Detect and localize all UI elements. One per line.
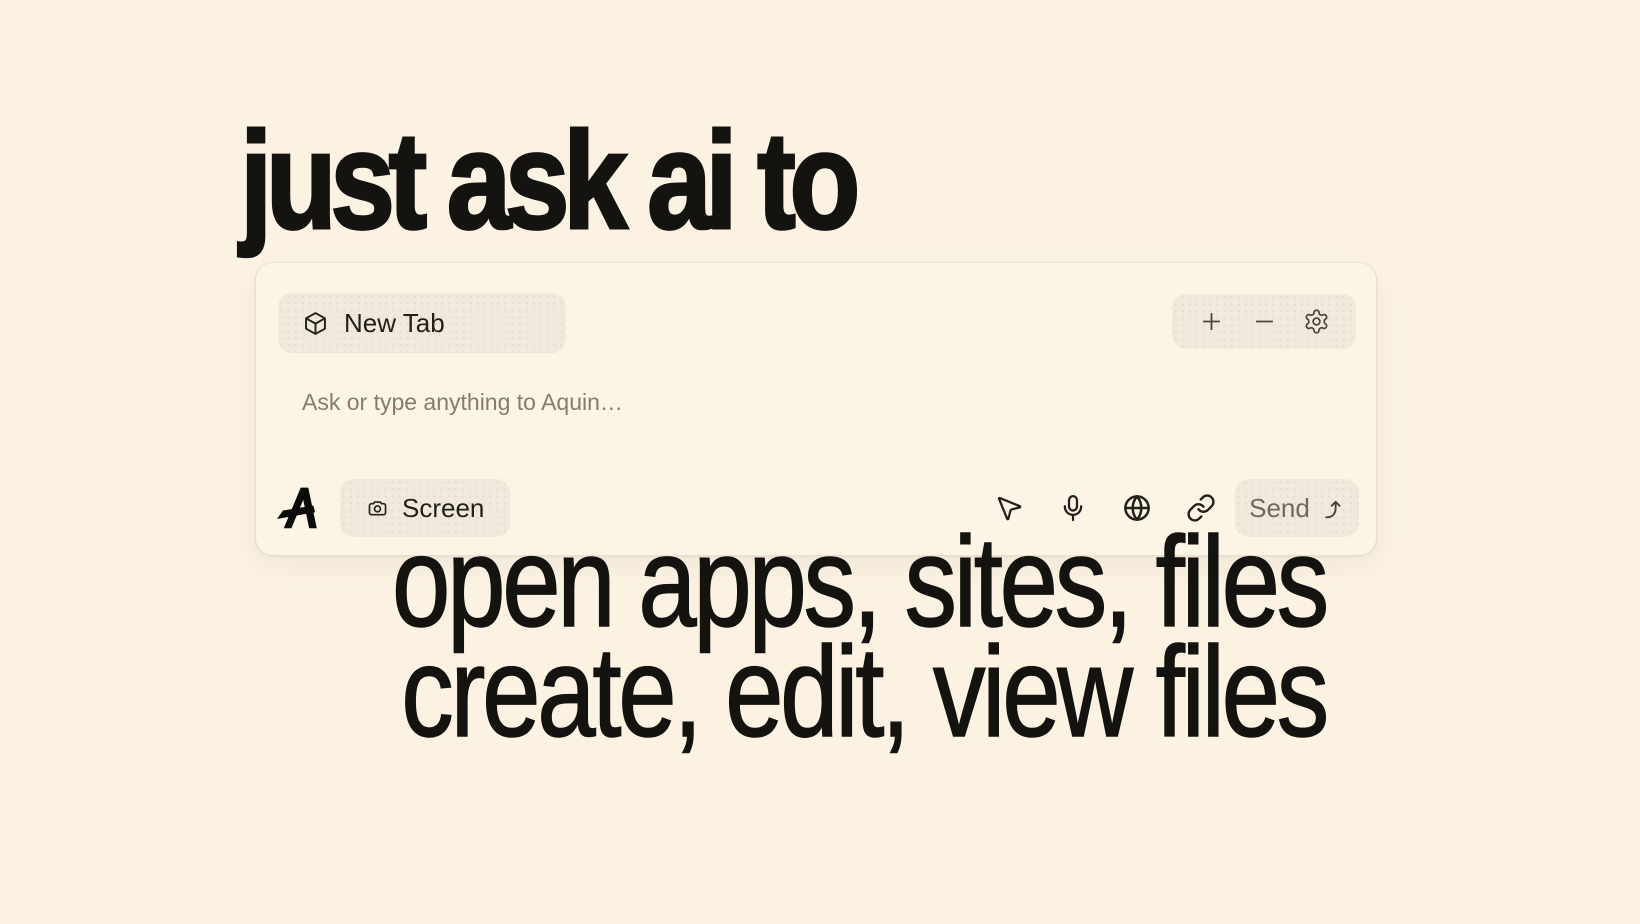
aquin-logo: [276, 483, 322, 533]
tagline: open apps, sites, files create, edit, vi…: [392, 528, 1326, 748]
tab-new-tab[interactable]: New Tab: [278, 293, 566, 353]
minus-icon: [1251, 308, 1278, 335]
tab-label: New Tab: [344, 308, 445, 339]
gear-icon: [1303, 308, 1330, 335]
ask-input[interactable]: [302, 379, 1222, 425]
camera-icon: [366, 497, 389, 520]
add-tab-button[interactable]: [1198, 308, 1225, 335]
cube-icon: [302, 310, 329, 337]
hero-heading: just ask ai to: [240, 112, 854, 250]
window-controls: [1172, 294, 1356, 349]
page: just ask ai to New Tab: [0, 0, 1640, 924]
minimize-button[interactable]: [1251, 308, 1278, 335]
plus-icon: [1198, 308, 1225, 335]
settings-button[interactable]: [1303, 308, 1330, 335]
tagline-line-2: create, edit, view files: [392, 638, 1326, 748]
